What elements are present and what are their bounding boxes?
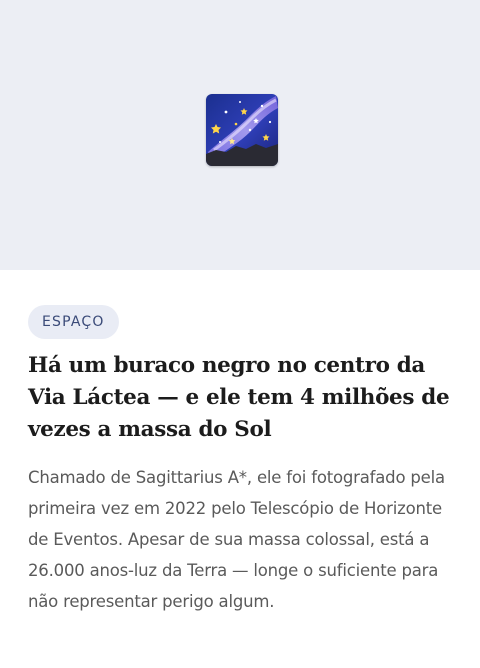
article-summary: Chamado de Sagittarius A*, ele foi fotog… [28,468,445,611]
hero-banner [0,0,480,270]
article-card[interactable]: ESPAÇO Há um buraco negro no centro da V… [0,0,480,668]
milky-way-icon [206,94,278,166]
article-headline[interactable]: Há um buraco negro no centro da Via Láct… [28,350,458,446]
category-badge[interactable]: ESPAÇO [28,305,119,339]
